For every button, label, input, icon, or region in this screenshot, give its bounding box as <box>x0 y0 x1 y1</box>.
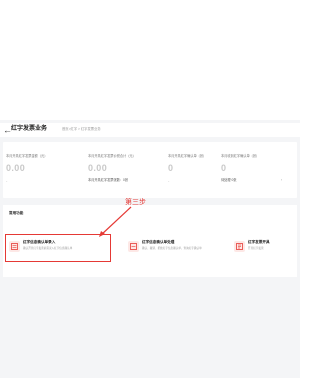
function-desc: 开具红字发票 <box>248 247 264 250</box>
invoice-icon <box>234 241 245 252</box>
function-item-confirm-process[interactable]: 红字信息确认单处理 确认、撤销、拒绝红字信息确认单，查询红字确认单 <box>128 236 228 262</box>
stat-value-issued: 0 <box>168 163 174 173</box>
stat-extra-amount: - <box>6 178 8 183</box>
stat-extra-pending[interactable]: 待处理 0张 <box>221 178 236 182</box>
functions-heading: 常用功能 <box>9 211 24 215</box>
function-title: 红字信息确认单处理 <box>142 240 175 244</box>
stat-label-received: 本月收到红字确认单（张） <box>221 154 260 158</box>
chevron-right-icon[interactable]: › <box>281 178 282 182</box>
function-desc: 确认、撤销、拒绝红字信息确认单，查询红字确认单 <box>142 247 202 250</box>
breadcrumb: 首页>红字 > 红字发票业务 <box>62 127 101 131</box>
arrow-left-icon[interactable]: ← <box>3 126 12 135</box>
stat-label-issued: 本月开具红字确认单（张） <box>168 154 207 158</box>
document-check-icon <box>128 241 139 252</box>
function-item-confirm-entry[interactable]: 红字信息确认单录入 确认开具红字发票前需录入红字信息确认单 <box>9 236 109 262</box>
stat-label-total: 本月开具红字发票价税合计（元） <box>88 154 136 158</box>
stat-value-total: 0.00 <box>88 163 108 173</box>
stat-value-amount: 0.00 <box>6 163 26 173</box>
function-title: 红字信息确认单录入 <box>23 240 56 244</box>
stat-extra-issued: - <box>168 178 170 183</box>
page-title: 红字发票业务 <box>11 126 48 132</box>
stat-value-received: 0 <box>221 163 227 173</box>
stat-label-amount: 本月开具红字发票金额（元） <box>6 154 48 158</box>
stats-card <box>3 142 297 198</box>
annotation-step-label: 第三步 <box>125 199 146 206</box>
function-desc: 确认开具红字发票前需录入红字信息确认单 <box>23 247 73 250</box>
document-icon <box>9 241 20 252</box>
stat-extra-count[interactable]: 本月开具红字发票张数：0张 <box>88 178 128 182</box>
function-item-red-invoice-issue[interactable]: 红字发票开具 开具红字发票 <box>234 236 296 262</box>
function-title: 红字发票开具 <box>248 240 270 244</box>
